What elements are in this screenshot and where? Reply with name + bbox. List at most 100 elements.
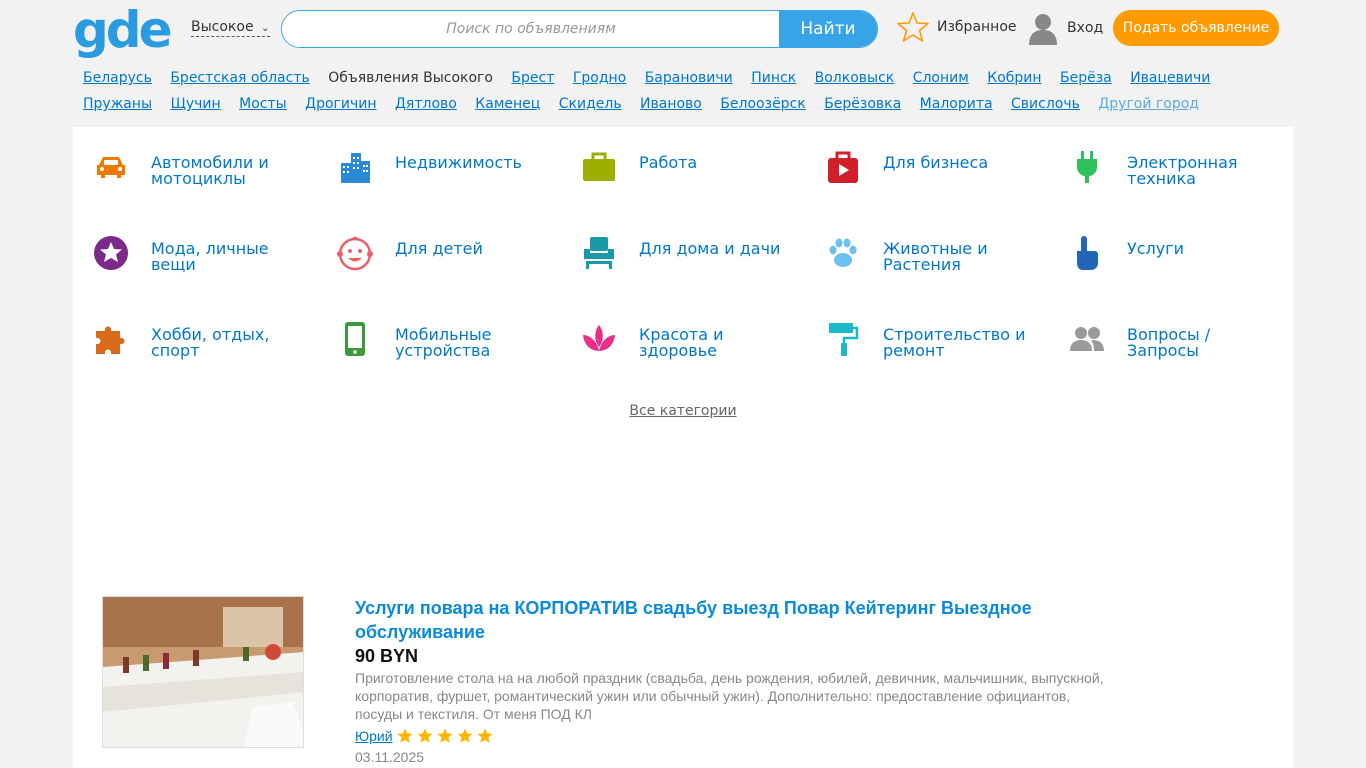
- chevron-down-icon: ⌄: [261, 23, 270, 34]
- puzzle-icon: [96, 326, 125, 354]
- category-item[interactable]: Мобильные устройства: [317, 303, 557, 363]
- search-input[interactable]: [282, 11, 780, 47]
- city-link[interactable]: Скидель: [559, 96, 622, 112]
- category-item[interactable]: Недвижимость: [317, 131, 557, 191]
- favorites-label: Избранное: [937, 19, 1017, 35]
- category-item[interactable]: Для детей: [317, 217, 557, 277]
- buildings-icon: [341, 153, 370, 183]
- listing-price: 90 BYN: [355, 646, 419, 666]
- category-item[interactable]: Красота и здоровье: [561, 303, 801, 363]
- category-label: Недвижимость: [395, 153, 522, 172]
- city-link[interactable]: Дрогичин: [305, 96, 376, 112]
- star-circle-icon: [94, 236, 128, 270]
- paint-roller-icon: [829, 323, 859, 356]
- city-links: Беларусь Брестская область Объявления Вы…: [83, 65, 1283, 117]
- city-link[interactable]: Мосты: [239, 96, 287, 112]
- categories-panel: Автомобили и мотоциклы Недвижимость Работа…: [73, 127, 1293, 768]
- category-item[interactable]: Услуги: [1049, 217, 1289, 277]
- city-link[interactable]: Пружаны: [83, 96, 152, 112]
- category-label: Для детей: [395, 239, 483, 258]
- category-item[interactable]: Мода, личные вещи: [73, 217, 313, 277]
- other-city-link[interactable]: Другой город: [1098, 96, 1199, 112]
- rating-stars: [397, 728, 497, 744]
- star-outline-icon: [897, 12, 929, 42]
- car-icon: [97, 157, 125, 178]
- category-label: Для дома и дачи: [639, 239, 781, 258]
- current-city-label: Объявления Высокого: [328, 70, 493, 86]
- city-link[interactable]: Кобрин: [987, 70, 1041, 86]
- search-button[interactable]: Найти: [779, 11, 877, 47]
- city-link[interactable]: Свислочь: [1011, 96, 1080, 112]
- category-item[interactable]: Для бизнеса: [805, 131, 1045, 191]
- category-label: Работа: [639, 153, 698, 172]
- listing-description: Приготовление стола на на любой праздник…: [355, 670, 1104, 722]
- category-item[interactable]: Хобби, отдых, спорт: [73, 303, 313, 363]
- city-link[interactable]: Малорита: [920, 96, 993, 112]
- city-link[interactable]: Ивацевичи: [1130, 70, 1210, 86]
- armchair-icon: [584, 237, 614, 269]
- category-item[interactable]: Животные и Растения: [805, 217, 1045, 277]
- all-categories: Все категории: [73, 403, 1293, 419]
- city-selector[interactable]: Высокое ⌄: [191, 19, 270, 37]
- city-link[interactable]: Гродно: [573, 70, 626, 86]
- lotus-icon: [583, 325, 615, 351]
- category-item[interactable]: Работа: [561, 131, 801, 191]
- banquet-photo: [103, 597, 303, 747]
- city-link[interactable]: Берёзовка: [824, 96, 901, 112]
- baby-face-icon: [337, 236, 373, 271]
- login-link[interactable]: Вход: [1026, 11, 1103, 45]
- star-icon: [397, 728, 413, 743]
- plug-icon: [1077, 151, 1097, 183]
- listing-seller: Юрий: [355, 728, 497, 744]
- star-icon: [477, 728, 493, 743]
- city-link[interactable]: Дятлово: [395, 96, 457, 112]
- category-item[interactable]: Электронная техника: [1049, 131, 1289, 191]
- pointing-hand-icon: [1077, 236, 1098, 270]
- listing-thumbnail[interactable]: [102, 596, 304, 748]
- city-link[interactable]: Иваново: [640, 96, 702, 112]
- city-link[interactable]: Щучин: [171, 96, 221, 112]
- city-link[interactable]: Брестская область: [170, 70, 309, 86]
- category-item[interactable]: Строительство и ремонт: [805, 303, 1045, 363]
- seller-link[interactable]: Юрий: [355, 728, 393, 744]
- city-link[interactable]: Пинск: [751, 70, 796, 86]
- category-label: Мода, личные вещи: [151, 239, 269, 274]
- category-label: Мобильные устройства: [395, 325, 492, 360]
- listing-date: 03.11.2025: [355, 749, 425, 765]
- category-label: Красота и здоровье: [639, 325, 724, 360]
- city-link[interactable]: Волковыск: [815, 70, 895, 86]
- category-item[interactable]: Вопросы / Запросы: [1049, 303, 1289, 363]
- user-icon: [1029, 14, 1057, 45]
- category-label: Хобби, отдых, спорт: [151, 325, 270, 360]
- star-icon: [417, 728, 433, 743]
- favorites-link[interactable]: Избранное: [897, 11, 1017, 43]
- smartphone-icon: [345, 322, 365, 356]
- city-link[interactable]: Слоним: [913, 70, 969, 86]
- city-link[interactable]: Каменец: [475, 96, 540, 112]
- city-link[interactable]: Берёза: [1060, 70, 1112, 86]
- category-label: Для бизнеса: [883, 153, 989, 172]
- category-label: Автомобили и мотоциклы: [151, 153, 269, 188]
- all-categories-link[interactable]: Все категории: [629, 403, 736, 419]
- star-icon: [437, 728, 453, 743]
- category-label: Вопросы / Запросы: [1127, 325, 1211, 360]
- category-item[interactable]: Для дома и дачи: [561, 217, 801, 277]
- city-link[interactable]: Барановичи: [645, 70, 733, 86]
- paw-icon: [829, 238, 857, 267]
- star-icon: [457, 728, 473, 743]
- site-logo[interactable]: gde: [73, 2, 172, 58]
- category-label: Животные и Растения: [883, 239, 988, 274]
- play-briefcase-icon: [828, 151, 858, 183]
- city-selector-label: Высокое: [191, 19, 254, 35]
- people-icon: [1070, 327, 1104, 351]
- search-bar: Найти: [281, 10, 878, 48]
- city-link[interactable]: Беларусь: [83, 70, 152, 86]
- city-link[interactable]: Брест: [511, 70, 554, 86]
- category-label: Строительство и ремонт: [883, 325, 1026, 360]
- category-item[interactable]: Автомобили и мотоциклы: [73, 131, 313, 191]
- post-ad-button[interactable]: Подать объявление: [1113, 10, 1279, 46]
- listing-title[interactable]: Услуги повара на КОРПОРАТИВ свадьбу выез…: [355, 596, 1075, 644]
- category-label: Электронная техника: [1127, 153, 1238, 188]
- city-link[interactable]: Белоозёрск: [720, 96, 805, 112]
- login-label: Вход: [1067, 20, 1104, 36]
